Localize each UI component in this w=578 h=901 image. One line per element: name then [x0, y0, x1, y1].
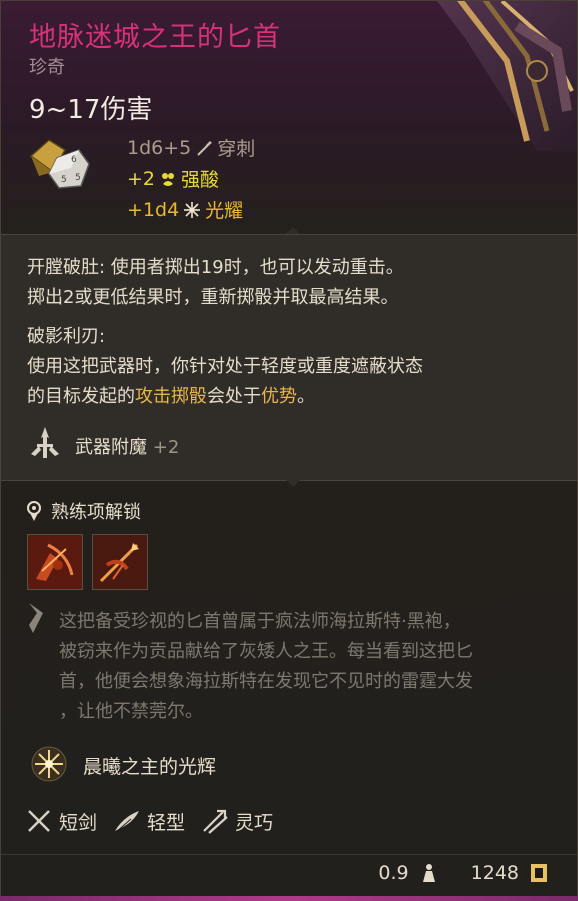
lore-line: 首，他便会想象海拉斯特在发现它不见时的雷霆大发 [59, 671, 473, 692]
action-slash-icon[interactable] [27, 534, 83, 590]
action-pierce-icon[interactable] [92, 534, 148, 590]
damage-type: 强酸 [181, 169, 220, 191]
damage-range: 9~17伤害 [29, 95, 153, 125]
item-weight: 0.9 [378, 862, 409, 884]
feather-icon [114, 811, 140, 834]
weapon-enchantment[interactable]: 武器附魔 +2 [75, 433, 179, 459]
damage-line-radiant: +1d4 光耀 [127, 196, 243, 223]
damage-line-piercing: 1d6+5 穿刺 [127, 134, 255, 161]
dice-icon: 6 5 5 [27, 138, 93, 194]
lore-line: 被窃来作为贡品献给了灰矮人之王。每当看到这把匕 [59, 641, 473, 662]
effect-1-line-1: 开膛破肚: 使用者掷出19时，也可以发动重击。 [27, 257, 404, 278]
rarity-accent-bar [0, 896, 578, 901]
lore-line: ，让他不禁莞尔。 [59, 701, 203, 722]
item-lore: 这把备受珍视的匕首曾属于疯法师海拉斯特·黑袍， 被窃来作为贡品献给了灰矮人之王。… [59, 607, 559, 727]
section-notch [285, 479, 301, 487]
effect-2-name[interactable]: 破影利刃: [27, 322, 105, 352]
effect-2-line-1: 使用这把武器时，你针对处于轻度或重度遮蔽状态 [27, 356, 423, 377]
finesse-arrows-icon [203, 809, 228, 834]
proficiency-icon [27, 501, 41, 521]
property-finesse[interactable]: 灵巧 [201, 807, 273, 835]
passive-name[interactable]: 晨曦之主的光辉 [83, 752, 216, 779]
damage-type: 光耀 [205, 200, 244, 222]
attack-roll-link[interactable]: 攻击掷骰 [135, 386, 207, 407]
enchantment-value: +2 [152, 437, 180, 458]
svg-text:5: 5 [61, 175, 67, 185]
svg-text:5: 5 [75, 173, 81, 183]
effect-1-name[interactable]: 开膛破肚 [27, 257, 99, 278]
lore-quill-icon [25, 601, 49, 635]
item-rarity: 珍奇 [29, 57, 65, 78]
arrow-icon [197, 140, 213, 156]
damage-dice: +1d4 [127, 198, 180, 221]
weapon-properties: 短剑 轻型 灵巧 [25, 807, 273, 835]
effect-1-line-2: 掷出2或更低结果时，重新掷骰并取最高结果。 [27, 287, 399, 308]
item-name: 地脉迷城之王的匕首 [29, 22, 281, 53]
advantage-link[interactable]: 优势 [261, 386, 297, 407]
damage-dice: 1d6+5 [127, 136, 192, 159]
weight-icon [422, 864, 435, 882]
dagger-art [397, 1, 577, 151]
proficiency-header: 熟练项解锁 [25, 498, 141, 524]
damage-type: 穿刺 [217, 138, 256, 160]
item-value: 1248 [470, 862, 519, 884]
acid-drops-icon [162, 172, 175, 186]
property-short-sword[interactable]: 短剑 [25, 807, 97, 835]
damage-line-acid: +2 强酸 [127, 165, 219, 192]
item-tooltip: 地脉迷城之王的匕首 珍奇 9~17伤害 6 5 5 1d6+5 穿刺 +2 强酸… [0, 0, 578, 901]
property-light[interactable]: 轻型 [113, 807, 185, 835]
crossed-swords-icon [28, 810, 50, 832]
radiant-star-icon [184, 201, 201, 218]
svg-text:6: 6 [71, 155, 77, 165]
radiance-passive-icon [31, 746, 67, 782]
weapon-enchantment-icon [25, 424, 65, 464]
gold-value-icon [531, 864, 547, 882]
effect-2-line-2: 的目标发起的攻击掷骰会处于优势。 [27, 386, 315, 407]
footer-divider [1, 854, 577, 855]
damage-dice: +2 [127, 167, 156, 190]
item-footer: 0.9 1248 [378, 862, 549, 884]
lore-line: 这把备受珍视的匕首曾属于疯法师海拉斯特·黑袍， [59, 611, 461, 632]
